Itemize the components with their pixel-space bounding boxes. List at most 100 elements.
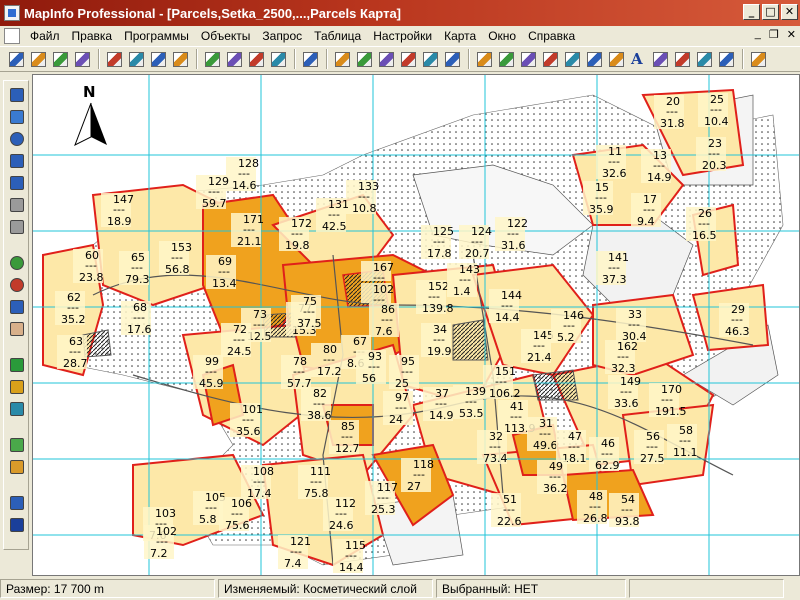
menu-options[interactable]: Настройки xyxy=(367,29,438,43)
ellipse-button[interactable] xyxy=(562,49,583,70)
parcel-label[interactable]: 25---10.4 xyxy=(698,93,729,128)
text-button[interactable]: A xyxy=(628,49,649,70)
parcel-label[interactable]: 37---14.9 xyxy=(423,387,454,422)
minimize-button[interactable]: _ xyxy=(743,4,760,20)
new-graph-button[interactable] xyxy=(354,49,375,70)
parcel-label[interactable]: 97---24 xyxy=(383,391,413,426)
parcel-label[interactable]: 58---11.1 xyxy=(667,424,698,459)
parcel-label[interactable]: 26---16.5 xyxy=(686,207,717,242)
parcel-label[interactable]: 78---57.7 xyxy=(281,355,312,390)
parcel-label[interactable]: 112---24.6 xyxy=(323,497,356,532)
parcel-label[interactable]: 54---93.8 xyxy=(609,493,640,528)
arc-button[interactable] xyxy=(518,49,539,70)
rounded-rect-button[interactable] xyxy=(606,49,627,70)
open-button[interactable] xyxy=(28,49,49,70)
symbol-button[interactable] xyxy=(442,49,463,70)
menu-table[interactable]: Таблица xyxy=(308,29,367,43)
save-button[interactable] xyxy=(72,49,93,70)
parcel-label[interactable]: 13---14.9 xyxy=(641,149,672,184)
print-button[interactable] xyxy=(170,49,191,70)
parcel-label[interactable]: 63---28.7 xyxy=(57,335,88,370)
parcel-label[interactable]: 125---17.8 xyxy=(421,225,454,260)
parcel-label[interactable]: 153---56.8 xyxy=(159,241,192,276)
parcel-label[interactable]: 143---1.4 xyxy=(447,263,480,298)
parcel-label[interactable]: 99---45.9 xyxy=(193,355,224,390)
parcel-label[interactable]: 172---19.8 xyxy=(279,217,312,252)
menu-help[interactable]: Справка xyxy=(522,29,581,43)
unselect-tool[interactable] xyxy=(7,195,27,215)
doc-minimize-button[interactable]: _ xyxy=(755,28,761,41)
parcel-label[interactable]: 131---42.5 xyxy=(316,198,349,233)
maximize-button[interactable]: □ xyxy=(762,4,779,20)
legend-button[interactable] xyxy=(748,49,769,70)
parcel-label[interactable]: 69---13.4 xyxy=(206,255,237,290)
menu-edit[interactable]: Правка xyxy=(66,29,119,43)
new-layout-button[interactable] xyxy=(376,49,397,70)
add-node-button[interactable] xyxy=(694,49,715,70)
arrow-button[interactable] xyxy=(716,49,737,70)
parcel-label[interactable]: 23---20.3 xyxy=(696,137,727,172)
parcel-label[interactable]: 46---62.9 xyxy=(589,437,620,472)
menu-window[interactable]: Окно xyxy=(482,29,522,43)
invert-select-tool[interactable] xyxy=(7,217,27,237)
parcel-label[interactable]: 121---7.4 xyxy=(278,535,311,570)
parcel-label[interactable]: 145---21.4 xyxy=(521,329,554,364)
print-preview-button[interactable] xyxy=(148,49,169,70)
statistics-tool[interactable] xyxy=(7,515,27,535)
close-button[interactable]: ✕ xyxy=(781,4,798,20)
parcel-label[interactable]: 72---24.5 xyxy=(221,323,252,358)
parcel-label[interactable]: 31---49.6 xyxy=(527,417,558,452)
doc-close-button[interactable]: ✕ xyxy=(787,28,796,41)
parcel-label[interactable]: 149---33.6 xyxy=(608,375,641,410)
parcel-label[interactable]: 75---37.5 xyxy=(291,295,322,330)
new-button[interactable] xyxy=(6,49,27,70)
parcel-label[interactable]: 115---14.4 xyxy=(333,539,366,574)
new-mapper-button[interactable] xyxy=(332,49,353,70)
parcel-label[interactable]: 139---53.5 xyxy=(453,385,486,420)
parcel-label[interactable]: 118---27 xyxy=(401,458,434,493)
new-redistrict-button[interactable] xyxy=(398,49,419,70)
parcel-label[interactable]: 141---37.3 xyxy=(596,251,629,286)
title-bar[interactable]: MapInfo Professional - [Parcels,Setka_25… xyxy=(0,0,800,26)
parcel-label[interactable]: 60---23.8 xyxy=(73,249,104,284)
open-workspace-button[interactable] xyxy=(50,49,71,70)
save-as-button[interactable] xyxy=(104,49,125,70)
zoom-in-tool[interactable] xyxy=(7,253,27,273)
parcel-label[interactable]: 122---31.6 xyxy=(495,217,528,252)
parcel-label[interactable]: 11---32.6 xyxy=(596,145,627,180)
parcel-label[interactable]: 33---30.4 xyxy=(616,308,647,343)
rectangle-button[interactable] xyxy=(584,49,605,70)
parcel-label[interactable]: 29---46.3 xyxy=(719,303,750,338)
parcel-label[interactable]: 82---38.6 xyxy=(301,387,332,422)
parcel-label[interactable]: 85---12.7 xyxy=(329,420,360,455)
info-tool[interactable] xyxy=(7,355,27,375)
parcel-label[interactable]: 68---17.6 xyxy=(121,301,152,336)
parcel-label[interactable]: 144---14.4 xyxy=(489,289,522,324)
parcel-label[interactable]: 117---25.3 xyxy=(365,481,398,516)
polyline-button[interactable] xyxy=(496,49,517,70)
layer-control-tool[interactable] xyxy=(7,435,27,455)
polygon-select-tool[interactable] xyxy=(7,173,27,193)
parcel-label[interactable]: 65---79.3 xyxy=(119,251,150,286)
copy-button[interactable] xyxy=(224,49,245,70)
parcel-label[interactable]: 106---75.6 xyxy=(219,497,252,532)
parcel-label[interactable]: 51---22.6 xyxy=(491,493,522,528)
hotlink-tool[interactable] xyxy=(7,399,27,419)
app-icon[interactable] xyxy=(4,5,20,21)
radius-select-tool[interactable] xyxy=(7,129,27,149)
parcel-label[interactable]: 20---31.8 xyxy=(654,95,685,130)
parcel-label[interactable]: 17---9.4 xyxy=(631,193,661,228)
frame-button[interactable] xyxy=(650,49,671,70)
line-button[interactable] xyxy=(474,49,495,70)
menu-query[interactable]: Запрос xyxy=(256,29,308,43)
boundary-select-tool[interactable] xyxy=(7,151,27,171)
open-table-button[interactable] xyxy=(126,49,147,70)
parcel-label[interactable]: 111---75.8 xyxy=(298,465,331,500)
parcel-label[interactable]: 86---7.6 xyxy=(369,303,399,338)
map-canvas[interactable]: 20---31.8 25---10.4 23---20.3 11---32.6 13--… xyxy=(33,75,800,576)
parcel-label[interactable]: 32---73.4 xyxy=(477,430,508,465)
parcel-label[interactable]: 133---10.8 xyxy=(346,180,379,215)
parcel-label[interactable]: 48---26.8 xyxy=(577,490,608,525)
paste-button[interactable] xyxy=(246,49,267,70)
status-editable-layer[interactable]: Изменяемый: Косметический слой xyxy=(218,579,433,598)
